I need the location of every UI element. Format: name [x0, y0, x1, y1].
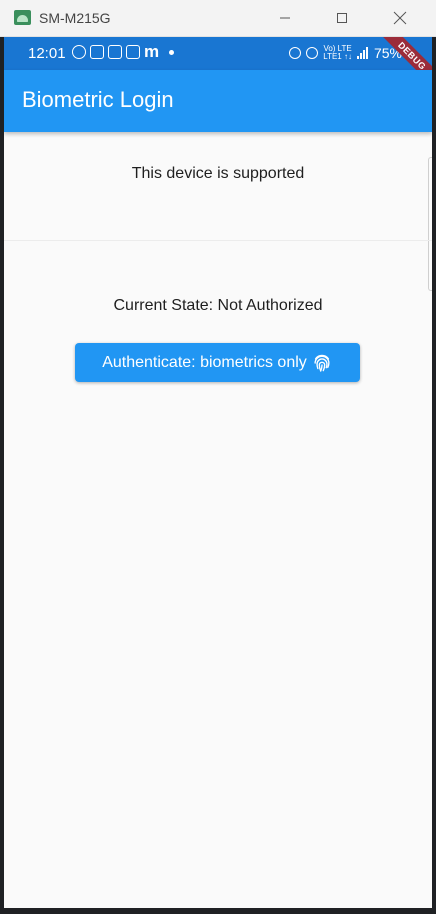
current-state-text: Current State: Not Authorized: [113, 297, 323, 314]
notification-icons: m: [72, 42, 175, 61]
emulator-title-bar: SM-M215G: [0, 0, 436, 37]
status-bar: 12:01 m Vo) LTE LTE1 ↑↓ 75% DEBUG: [4, 37, 432, 94]
outlook-icon: [126, 45, 140, 59]
minimize-icon: [280, 17, 290, 19]
signal-icon: [356, 47, 368, 59]
wifi-app-icon: [108, 45, 122, 59]
lte-label-bottom: LTE1 ↑↓: [323, 52, 352, 61]
alarm-clock-icon: [306, 47, 319, 59]
android-icon: [14, 10, 31, 25]
app-bar: Biometric Login: [4, 70, 432, 132]
authenticate-button[interactable]: Authenticate: biometrics only: [75, 343, 360, 382]
divider: [4, 240, 432, 241]
close-icon: [393, 11, 407, 25]
page-title: Biometric Login: [22, 87, 174, 112]
linkedin-icon: [90, 45, 104, 59]
authenticate-button-label: Authenticate: biometrics only: [102, 353, 307, 371]
maximize-button[interactable]: [328, 6, 356, 30]
status-time: 12:01: [28, 45, 66, 62]
fingerprint-icon: [314, 354, 330, 372]
phone-screen: 12:01 m Vo) LTE LTE1 ↑↓ 75% DEBUG Biomet…: [4, 37, 432, 908]
whatsapp-icon: [72, 45, 86, 59]
system-icons: Vo) LTE LTE1 ↑↓ 75%: [289, 45, 402, 61]
minimize-button[interactable]: [271, 6, 299, 30]
maximize-icon: [337, 13, 347, 23]
close-button[interactable]: [386, 6, 414, 30]
dot-icon: [169, 49, 175, 55]
support-status-text: This device is supported: [131, 165, 305, 182]
alarm-sync-icon: [289, 47, 302, 59]
lte-indicator: Vo) LTE LTE1 ↑↓: [323, 45, 352, 61]
m-app-icon: m: [144, 42, 160, 61]
window-title: SM-M215G: [39, 10, 111, 26]
